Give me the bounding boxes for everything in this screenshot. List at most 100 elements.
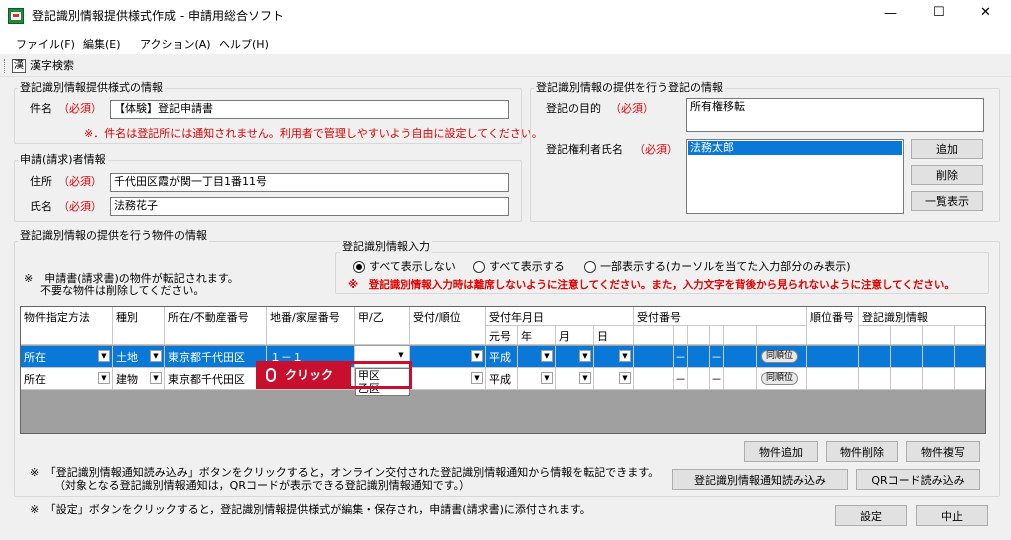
subject-note: ※．件名は登記所には通知されません。利用者で管理しやすいよう自由に設定してくださ… (84, 127, 543, 140)
row1-order[interactable]: ▼ (410, 346, 486, 368)
row1-rank[interactable] (807, 346, 859, 368)
row2-kind-dropdown-icon[interactable]: ▼ (150, 372, 162, 384)
row1-month-dropdown-icon[interactable]: ▼ (579, 350, 591, 362)
name-required: （必須） (58, 200, 102, 213)
read-notice-button[interactable]: 登記識別情報通知読み込み (672, 469, 848, 490)
row2-ident-2[interactable] (891, 368, 923, 390)
property-grid[interactable]: 物件指定方法 種別 所在/不動産番号 地番/家屋番号 甲/乙 受付/順位 受付年… (20, 306, 986, 434)
add-holder-button[interactable]: 追加 (911, 139, 983, 159)
row2-method[interactable]: 所在 ▼ (21, 368, 113, 390)
property-legend: 登記識別情報の提供を行う物件の情報 (18, 229, 209, 242)
radio-show-all[interactable] (473, 261, 485, 273)
row1-order-dropdown-icon[interactable]: ▼ (471, 350, 483, 362)
cancel-button[interactable]: 中止 (916, 505, 988, 526)
row1-receipt-3[interactable] (724, 346, 757, 368)
menu-edit[interactable]: 編集(E) (83, 36, 121, 52)
holder-list-item[interactable]: 法務太郎 (688, 141, 902, 155)
row1-receipt-1[interactable] (634, 346, 674, 368)
purpose-label: 登記の目的 (546, 102, 601, 115)
purpose-required: （必須） (610, 102, 654, 115)
row2-method-dropdown-icon[interactable]: ▼ (98, 372, 110, 384)
row1-location[interactable]: 東京都千代田区 (165, 346, 267, 368)
click-callout: クリック (259, 364, 351, 386)
row1-ident-2[interactable] (891, 346, 923, 368)
row2-same-rank-button[interactable]: 同順位 (761, 372, 799, 385)
row2-ident-1[interactable] (859, 368, 891, 390)
row2-order[interactable]: ▼ (410, 368, 486, 390)
row2-receipt-3[interactable] (724, 368, 757, 390)
header-ident-sub3 (923, 326, 955, 345)
row1-era[interactable]: 平成 (486, 346, 518, 368)
radio-show-partial[interactable] (584, 261, 596, 273)
kanji-search-button[interactable]: 漢字検索 (30, 59, 74, 73)
delete-property-button[interactable]: 物件削除 (826, 441, 898, 462)
row2-year-dropdown-icon[interactable]: ▼ (541, 372, 553, 384)
add-property-button[interactable]: 物件追加 (744, 441, 818, 462)
row2-month[interactable]: ▼ (556, 368, 594, 390)
toolbar-grip (4, 59, 6, 73)
row1-day-dropdown-icon[interactable]: ▼ (619, 350, 631, 362)
menu-action[interactable]: アクション(A) (140, 36, 211, 52)
purpose-input[interactable]: 所有権移転 (686, 98, 984, 132)
maximize-button[interactable]: ☐ (933, 6, 945, 20)
delete-holder-button[interactable]: 削除 (911, 165, 983, 185)
minimize-button[interactable]: — (884, 7, 897, 21)
row2-rank[interactable] (807, 368, 859, 390)
row2-day-dropdown-icon[interactable]: ▼ (619, 372, 631, 384)
row1-day[interactable]: ▼ (594, 346, 634, 368)
menu-file[interactable]: ファイル(F) (16, 36, 75, 52)
row1-method-dropdown-icon[interactable]: ▼ (98, 350, 110, 362)
row2-receipt-2[interactable] (688, 368, 710, 390)
close-button[interactable]: ✕ (980, 6, 991, 20)
row1-kind-dropdown-icon[interactable]: ▼ (150, 350, 162, 362)
row1-same-cell: 同順位 (757, 346, 807, 368)
radio-show-none[interactable] (353, 261, 365, 273)
row1-ident-3[interactable] (923, 346, 955, 368)
row2-era[interactable]: 平成 (486, 368, 518, 390)
row2-receipt-1[interactable] (634, 368, 674, 390)
settings-button[interactable]: 設定 (835, 505, 907, 526)
row1-month[interactable]: ▼ (556, 346, 594, 368)
name-label: 氏名 (30, 200, 52, 213)
header-kou-otsu: 甲/乙 (355, 307, 410, 345)
subject-input[interactable]: 【体験】登記申請書 (110, 100, 509, 119)
header-receipt: 受付番号 (634, 307, 807, 326)
row2-order-dropdown-icon[interactable]: ▼ (471, 372, 483, 384)
address-input[interactable]: 千代田区霞が関一丁目1番11号 (110, 173, 509, 192)
row1-dash-2: － (710, 346, 724, 368)
read-qr-button[interactable]: QRコード読み込み (856, 469, 980, 490)
row2-year[interactable]: ▼ (518, 368, 556, 390)
header-order: 受付/順位 (410, 307, 486, 345)
holder-list[interactable]: 法務太郎 (686, 139, 904, 214)
header-ident-sub2 (891, 326, 923, 345)
row1-same-rank-button[interactable]: 同順位 (761, 350, 799, 363)
holder-label: 登記権利者氏名 (546, 143, 623, 156)
row1-receipt-2[interactable] (688, 346, 710, 368)
copy-property-button[interactable]: 物件複写 (906, 441, 980, 462)
row1-kind[interactable]: 土地 ▼ (113, 346, 165, 368)
header-ident-sub4 (955, 326, 985, 345)
row1-year-dropdown-icon[interactable]: ▼ (541, 350, 553, 362)
list-display-button[interactable]: 一覧表示 (911, 191, 983, 211)
row2-kind[interactable]: 建物 ▼ (113, 368, 165, 390)
radio-show-partial-label: 一部表示する(カーソルを当てた入力部分のみ表示) (600, 260, 851, 273)
radio-show-none-label: すべて表示しない (369, 260, 456, 273)
address-required: （必須） (58, 175, 102, 188)
applicant-legend: 申請(請求)者情報 (18, 153, 108, 166)
row1-ident-1[interactable] (859, 346, 891, 368)
row2-day[interactable]: ▼ (594, 368, 634, 390)
row1-ident-4[interactable] (955, 346, 985, 368)
row2-location[interactable]: 東京都千代田区 (165, 368, 267, 390)
row2-month-dropdown-icon[interactable]: ▼ (579, 372, 591, 384)
row1-year[interactable]: ▼ (518, 346, 556, 368)
name-input[interactable]: 法務花子 (110, 197, 509, 216)
row2-ident-3[interactable] (923, 368, 955, 390)
row1-method[interactable]: 所在 ▼ (21, 346, 113, 368)
app-icon (8, 8, 24, 24)
header-receipt-sub3 (688, 326, 710, 345)
title-bar: 登記識別情報提供様式作成 - 申請用総合ソフト — ☐ ✕ (0, 0, 1011, 32)
row2-ident-4[interactable] (955, 368, 985, 390)
menu-help[interactable]: ヘルプ(H) (219, 36, 269, 52)
header-receipt-sub1 (634, 326, 674, 345)
subject-required: （必須） (58, 102, 102, 115)
